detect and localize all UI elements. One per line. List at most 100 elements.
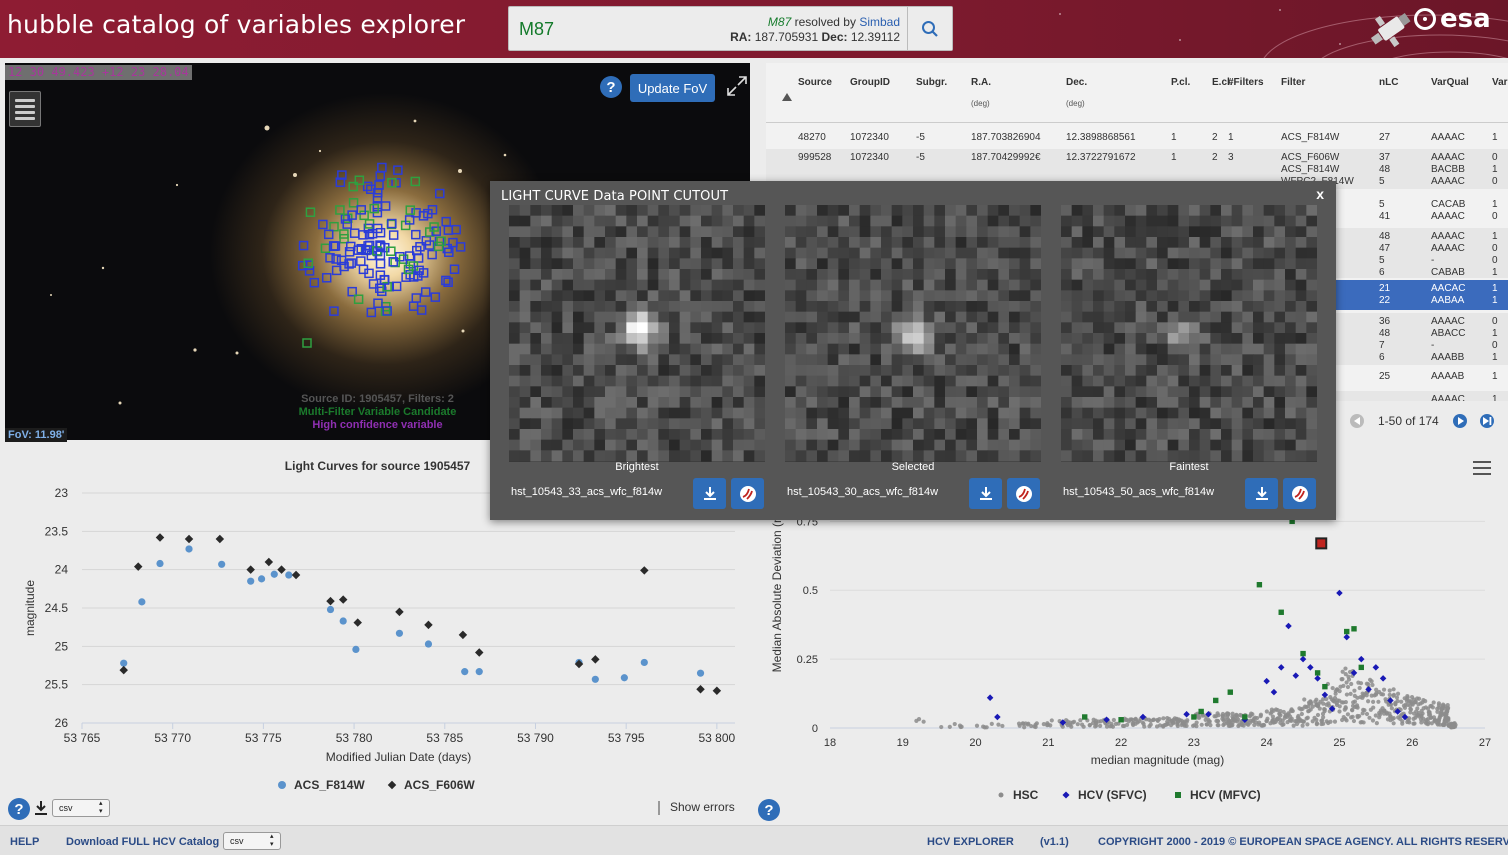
f606w-point[interactable] (326, 596, 335, 606)
cutout-image[interactable] (785, 205, 1042, 462)
mfvc-point[interactable] (1198, 708, 1204, 715)
legend-label[interactable]: HCV (MFVC) (1190, 788, 1261, 802)
f814w-point[interactable] (247, 577, 255, 585)
last-page-icon[interactable] (1480, 414, 1494, 428)
expand-icon[interactable] (725, 74, 749, 98)
f606w-point[interactable] (155, 533, 165, 542)
chart-menu-icon[interactable] (1473, 461, 1491, 475)
simbad-link[interactable]: Simbad (859, 15, 900, 29)
f814w-point[interactable] (257, 575, 266, 583)
f814w-point[interactable] (185, 545, 193, 553)
f814w-point[interactable] (696, 669, 705, 677)
sfvc-point[interactable] (1263, 677, 1270, 685)
mfvc-point[interactable] (1322, 683, 1328, 690)
f606w-point[interactable] (338, 595, 348, 604)
sfvc-point[interactable] (1277, 664, 1285, 671)
f606w-point[interactable] (291, 570, 301, 580)
download-cutout-button[interactable] (969, 478, 1002, 509)
f814w-point[interactable] (640, 658, 648, 667)
f606w-point[interactable] (119, 665, 128, 675)
legend-label[interactable]: ACS_F606W (404, 778, 475, 792)
column-header[interactable]: nLC (1379, 77, 1398, 88)
mfvc-point[interactable] (1082, 714, 1088, 720)
mfvc-point[interactable] (1242, 714, 1248, 720)
download-cutout-button[interactable] (1245, 478, 1278, 509)
f814w-point[interactable] (270, 570, 278, 578)
f814w-point[interactable] (395, 629, 404, 637)
f606w-point[interactable] (712, 686, 722, 696)
f606w-point[interactable] (640, 566, 649, 575)
mfvc-point[interactable] (1314, 670, 1321, 676)
sfvc-point[interactable] (986, 694, 994, 701)
column-header[interactable]: #Filters (1228, 77, 1264, 88)
sfvc-point[interactable] (1270, 688, 1278, 696)
sfvc-point[interactable] (1343, 633, 1350, 641)
f606w-point[interactable] (277, 565, 286, 574)
f606w-point[interactable] (458, 630, 468, 640)
download-cutout-button[interactable] (693, 478, 726, 509)
mfvc-point[interactable] (1256, 582, 1263, 588)
f814w-point[interactable] (424, 640, 433, 648)
column-header[interactable]: R.A. (971, 77, 991, 88)
sfvc-point[interactable] (1307, 664, 1314, 671)
sfvc-point[interactable] (994, 713, 1001, 721)
column-header[interactable]: Dec. (1066, 77, 1087, 88)
layers-button[interactable] (9, 91, 41, 127)
footer-help-link[interactable]: HELP (10, 836, 39, 848)
mad-help-button[interactable]: ? (758, 799, 780, 821)
sfvc-point[interactable] (1285, 622, 1292, 630)
f606w-point[interactable] (395, 607, 404, 617)
f814w-point[interactable] (339, 617, 347, 625)
sfvc-point[interactable] (1292, 672, 1300, 679)
f814w-point[interactable] (475, 668, 483, 676)
mfvc-point[interactable] (1191, 714, 1197, 720)
column-header[interactable]: Var (1492, 77, 1508, 88)
sfvc-point[interactable] (1358, 655, 1365, 663)
view-in-esasky-button[interactable] (731, 478, 764, 509)
light-curve-help-button[interactable]: ? (8, 798, 30, 820)
table-row[interactable]: 48270 1072340 -5 187.703826904 12.3898868561… (766, 129, 1508, 149)
mfvc-point[interactable] (1118, 717, 1124, 723)
sfvc-point[interactable] (1379, 675, 1387, 682)
mfvc-point[interactable] (1213, 697, 1219, 704)
f814w-point[interactable] (138, 598, 146, 606)
f606w-point[interactable] (424, 620, 433, 630)
download-icon[interactable] (34, 800, 48, 816)
next-page-icon[interactable] (1453, 414, 1467, 428)
mfvc-point[interactable] (1351, 626, 1357, 632)
column-header[interactable]: Source (798, 77, 832, 88)
column-header[interactable]: Filter (1281, 77, 1305, 88)
column-header[interactable]: VarQual (1431, 77, 1469, 88)
update-fov-button[interactable]: Update FoV (630, 74, 715, 102)
selected-source-marker[interactable] (1315, 537, 1328, 550)
f606w-point[interactable] (264, 557, 274, 567)
mfvc-point[interactable] (1278, 609, 1284, 615)
f606w-point[interactable] (353, 618, 362, 627)
prev-page-icon[interactable] (1350, 414, 1364, 428)
mfvc-point[interactable] (1300, 650, 1306, 657)
f606w-point[interactable] (591, 655, 600, 664)
column-header[interactable]: P.cl. (1171, 77, 1190, 88)
target-search-input[interactable] (519, 15, 719, 43)
mfvc-point[interactable] (1358, 664, 1364, 671)
mfvc-point[interactable] (1344, 628, 1350, 635)
mad-scatter-chart[interactable]: 00.250.50.7518 19 20 21 22 23 24 25 26 27median m… (755, 480, 1508, 805)
column-header[interactable]: Subgr. (916, 77, 947, 88)
f606w-point[interactable] (184, 534, 194, 544)
f814w-point[interactable] (620, 674, 628, 682)
column-header[interactable]: GroupID (850, 77, 890, 88)
show-errors-toggle[interactable]: Show errors (658, 800, 735, 815)
search-button[interactable] (907, 7, 952, 50)
f814w-point[interactable] (326, 605, 335, 614)
export-format-select[interactable]: csv (52, 799, 110, 817)
sfvc-point[interactable] (1299, 655, 1307, 663)
f814w-point[interactable] (352, 645, 360, 653)
close-icon[interactable]: x (1316, 186, 1324, 202)
f814w-point[interactable] (218, 560, 226, 568)
view-in-esasky-button[interactable] (1283, 478, 1316, 509)
mfvc-point[interactable] (1227, 689, 1233, 695)
f606w-point[interactable] (696, 685, 705, 694)
f814w-point[interactable] (461, 668, 469, 676)
cutout-image[interactable] (509, 205, 766, 462)
sky-help-button[interactable]: ? (600, 76, 622, 98)
